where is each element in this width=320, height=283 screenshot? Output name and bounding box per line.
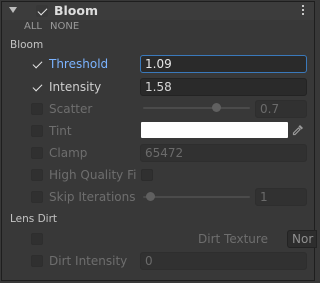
high-quality-filtering-override-checkbox[interactable] [31, 169, 43, 181]
dirt-texture-object-field[interactable]: Nor [287, 230, 317, 248]
scatter-label: Scatter [49, 102, 93, 116]
scatter-override-checkbox[interactable] [31, 103, 43, 115]
skip-iterations-slider-track [143, 196, 250, 198]
scatter-field[interactable]: 0.7 [255, 100, 307, 118]
tint-color-swatch[interactable] [141, 122, 288, 138]
high-quality-filtering-checkbox[interactable] [141, 169, 153, 181]
high-quality-filtering-label: High Quality Filt [49, 168, 137, 182]
threshold-label: Threshold [49, 57, 109, 71]
component-enabled-toggle[interactable] [36, 5, 48, 17]
skip-iterations-override-checkbox[interactable] [31, 191, 43, 203]
clamp-field[interactable]: 65472 [140, 144, 307, 162]
skip-iterations-slider-thumb[interactable] [146, 192, 155, 201]
clamp-label: Clamp [49, 146, 88, 160]
tint-override-checkbox[interactable] [31, 125, 43, 137]
dirt-intensity-override-checkbox[interactable] [31, 255, 43, 267]
eyedropper-icon[interactable] [291, 123, 305, 137]
skip-iterations-label: Skip Iterations [49, 190, 136, 204]
foldout-arrow-icon[interactable] [9, 7, 17, 13]
kebab-menu-icon[interactable] [300, 4, 306, 18]
component-header[interactable]: Bloom [2, 2, 314, 20]
dirt-intensity-field[interactable]: 0 [140, 252, 307, 270]
component-title: Bloom [54, 3, 99, 18]
intensity-label: Intensity [49, 80, 102, 94]
section-bloom: Bloom [10, 39, 44, 51]
clamp-override-checkbox[interactable] [31, 147, 43, 159]
scatter-slider-thumb[interactable] [212, 103, 221, 112]
tint-label: Tint [49, 124, 72, 138]
section-lens-dirt: Lens Dirt [10, 213, 58, 225]
select-all-link[interactable]: ALL [24, 21, 42, 33]
dirt-texture-label: Dirt Texture [198, 232, 268, 246]
threshold-override-checkbox[interactable] [31, 58, 43, 70]
intensity-field[interactable]: 1.58 [140, 78, 307, 96]
dirt-intensity-label: Dirt Intensity [49, 254, 128, 268]
intensity-override-checkbox[interactable] [31, 81, 43, 93]
dirt-texture-override-checkbox[interactable] [31, 233, 43, 245]
scatter-slider-track [143, 107, 250, 109]
select-none-link[interactable]: NONE [50, 21, 79, 33]
threshold-field[interactable]: 1.09 [140, 55, 307, 73]
skip-iterations-field[interactable]: 1 [255, 188, 307, 206]
